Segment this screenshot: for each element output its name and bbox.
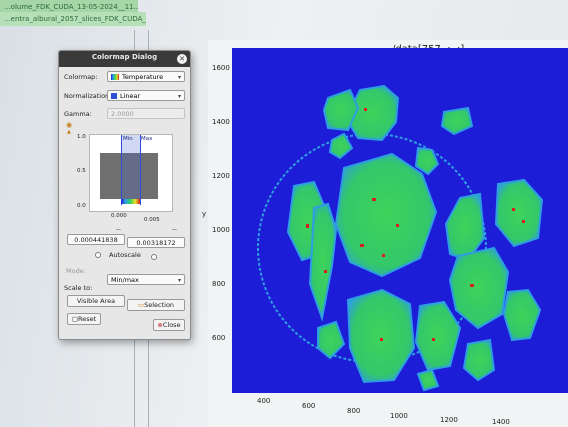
colormap-strip [121,199,140,204]
normalization-select[interactable]: Linear ▾ [107,90,185,101]
mode-select[interactable]: Min/max ▾ [107,274,185,285]
particle [328,132,354,160]
x-tick-label: 800 [347,407,361,415]
x-tick-label: 600 [302,402,316,410]
particle [440,106,474,136]
chevron-down-icon: ▾ [177,277,181,284]
min-marker-label: Min [123,136,133,142]
colormap-swatch-icon [111,74,119,80]
normalization-value: Linear [120,92,141,100]
y-tick-label: 1200 [212,172,230,180]
max-marker[interactable] [140,135,141,205]
dialog-title: Colormap Dialog [91,53,158,61]
x-tick-label: 1200 [440,416,458,424]
particle [414,300,462,372]
close-label: Close [162,321,181,329]
hot-spot [372,198,376,201]
max-value: 0.00318172 [136,239,176,247]
visible-area-label: Visible Area [76,297,116,305]
hot-spot [432,338,435,341]
heatmap-image[interactable] [232,48,568,393]
scale-to-label: Scale to: [64,284,93,292]
x-tick-label: 1400 [492,418,510,426]
hot-spot [512,208,515,211]
reset-button[interactable]: ▢Reset [67,313,101,325]
min-value-field[interactable]: 0.000441838 [67,234,125,245]
y-tick-label: 1600 [212,64,230,72]
normalization-label: Normalization: [64,92,112,100]
hist-x-tick: 0.005 [144,217,160,223]
gamma-field: 2.0000 [107,108,185,119]
max-arrow-icon: — [172,227,177,233]
close-button[interactable]: ⊗Close [153,319,185,331]
particle [448,246,510,330]
mode-value: Min/max [111,276,139,284]
normalization-icon [111,93,117,99]
selection-button[interactable]: ▭Selection [127,299,185,311]
max-value-field[interactable]: 0.00318172 [127,237,185,248]
hist-y-tick: 0.0 [77,203,86,209]
max-marker-label: Max [141,136,153,142]
histogram-plot[interactable]: Min Max [89,134,173,212]
chevron-down-icon: ▾ [177,93,181,100]
x-tick-label: 1000 [390,412,408,420]
histogram-mode-icon[interactable]: ◉ [66,121,72,129]
hot-spot [306,224,309,228]
log-scale-icon[interactable]: ▲ [67,129,71,135]
particle [308,202,338,322]
reset-label: Reset [77,315,97,323]
selection-label: Selection [144,301,175,309]
particle [346,288,416,384]
gamma-value: 2.0000 [111,110,134,118]
y-axis-label: y [202,210,207,218]
colormap-select[interactable]: Temperature ▾ [107,71,185,82]
y-tick-label: 600 [212,334,226,342]
hist-y-tick: 1.0 [77,134,86,140]
particle [502,288,542,342]
hot-spot [324,270,327,273]
y-tick-label: 800 [212,280,226,288]
hot-spot [470,284,474,287]
min-value: 0.000441838 [74,236,118,244]
particle [317,320,346,360]
hot-spot [380,338,383,341]
gamma-label: Gamma: [64,110,92,118]
mode-label: Mode: [66,267,86,275]
chevron-down-icon: ▾ [177,74,181,81]
y-tick-label: 1400 [212,118,230,126]
particle [462,338,496,382]
hot-spot [522,220,525,223]
particle [494,178,544,248]
range-selection[interactable] [121,135,140,199]
particle [416,368,440,392]
particle [444,192,486,262]
hist-y-tick: 0.5 [77,168,86,174]
visible-area-button[interactable]: Visible Area [67,295,125,307]
colormap-label: Colormap: [64,73,98,81]
colormap-dialog: Colormap Dialog ✕ Colormap: Temperature … [58,50,191,340]
heatmap-svg [257,84,544,392]
x-tick-label: 400 [257,397,271,405]
min-autoscale-radio[interactable] [95,252,101,258]
hot-spot [382,254,385,257]
max-autoscale-radio[interactable] [151,254,157,260]
min-marker[interactable] [121,135,122,205]
dialog-titlebar[interactable]: Colormap Dialog ✕ [59,51,190,67]
close-icon[interactable]: ✕ [177,54,187,64]
hot-spot [360,244,364,247]
colormap-value: Temperature [122,73,164,81]
min-arrow-icon: — [116,227,121,233]
particle-regions [286,84,544,392]
hot-spot [396,224,399,227]
hist-x-tick: 0.000 [111,213,127,219]
file-tab[interactable]: ...entra_albural_2057_slices_FDK_CUDA_13… [0,12,146,26]
hot-spot [364,108,367,111]
autoscale-label: Autoscale [109,251,141,259]
y-tick-label: 1000 [212,226,230,234]
particle [334,152,438,278]
